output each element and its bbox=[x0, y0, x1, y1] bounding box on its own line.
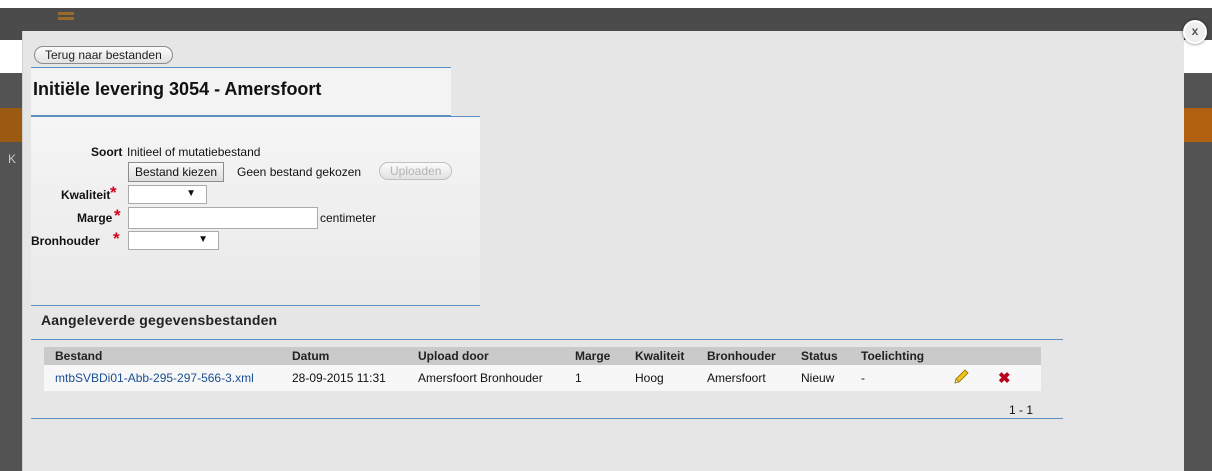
column-header[interactable]: Datum bbox=[281, 347, 407, 365]
background-band-left bbox=[0, 108, 22, 142]
cell-marge: 1 bbox=[564, 365, 624, 391]
bronhouder-select[interactable]: ▼ bbox=[128, 231, 219, 250]
delete-x-icon[interactable]: ✖ bbox=[998, 370, 1011, 387]
column-header-actions bbox=[987, 347, 1041, 365]
files-section-title: Aangeleverde gegevensbestanden bbox=[41, 312, 278, 328]
cell-status: Nieuw bbox=[790, 365, 850, 391]
files-table-panel: Bestand Datum Upload door Marge Kwalitei… bbox=[31, 339, 1063, 419]
marge-label: Marge bbox=[77, 211, 113, 225]
cell-kwaliteit: Hoog bbox=[624, 365, 696, 391]
cell-delete: ✖ bbox=[987, 365, 1041, 391]
soort-value: Initieel of mutatiebestand bbox=[127, 145, 261, 159]
column-header[interactable]: Toelichting bbox=[850, 347, 941, 365]
cell-toelichting: - bbox=[850, 365, 941, 391]
column-header[interactable]: Status bbox=[790, 347, 850, 365]
cell-upload-door: Amersfoort Bronhouder bbox=[407, 365, 564, 391]
modal-dialog: Terug naar bestanden Initiële levering 3… bbox=[22, 31, 1184, 471]
chevron-down-icon: ▼ bbox=[198, 234, 208, 245]
kwaliteit-label: Kwaliteit bbox=[61, 188, 111, 202]
table-header-row: Bestand Datum Upload door Marge Kwalitei… bbox=[44, 347, 1041, 365]
title-panel: Initiële levering 3054 - Amersfoort bbox=[31, 67, 451, 116]
kwaliteit-select[interactable]: ▼ bbox=[128, 185, 207, 204]
no-file-text: Geen bestand gekozen bbox=[237, 165, 362, 179]
column-header-actions bbox=[941, 347, 987, 365]
column-header[interactable]: Bestand bbox=[44, 347, 281, 365]
cell-datum: 28-09-2015 11:31 bbox=[281, 365, 407, 391]
column-header[interactable]: Marge bbox=[564, 347, 624, 365]
background-band-right bbox=[1184, 108, 1212, 142]
column-header[interactable]: Bronhouder bbox=[696, 347, 790, 365]
table-row: mtbSVBDi01-Abb-295-297-566-3.xml 28-09-2… bbox=[44, 365, 1041, 391]
required-marker: * bbox=[113, 229, 120, 248]
files-table: Bestand Datum Upload door Marge Kwalitei… bbox=[44, 347, 1041, 391]
background-letter: K bbox=[8, 152, 17, 166]
soort-label: Soort bbox=[91, 145, 123, 159]
column-header[interactable]: Kwaliteit bbox=[624, 347, 696, 365]
background-logo-icon bbox=[58, 12, 74, 22]
pencil-icon[interactable] bbox=[952, 368, 970, 385]
marge-unit: centimeter bbox=[320, 211, 377, 225]
required-marker: * bbox=[114, 206, 121, 225]
marge-input[interactable] bbox=[128, 207, 318, 229]
back-to-files-button[interactable]: Terug naar bestanden bbox=[34, 46, 173, 64]
bronhouder-label: Bronhouder bbox=[31, 234, 100, 248]
upload-form: Soort Initieel of mutatiebestand Bestand… bbox=[31, 116, 480, 306]
page-title: Initiële levering 3054 - Amersfoort bbox=[33, 79, 322, 99]
cell-edit bbox=[941, 365, 987, 391]
choose-file-button[interactable]: Bestand kiezen bbox=[128, 162, 225, 182]
pager: 1 - 1 bbox=[1008, 403, 1033, 417]
column-header[interactable]: Upload door bbox=[407, 347, 564, 365]
upload-button[interactable]: Uploaden bbox=[379, 162, 453, 180]
required-marker: * bbox=[110, 183, 117, 202]
chevron-down-icon: ▼ bbox=[186, 188, 196, 199]
close-icon[interactable]: x bbox=[1183, 20, 1207, 44]
cell-bronhouder: Amersfoort bbox=[696, 365, 790, 391]
cell-bestand: mtbSVBDi01-Abb-295-297-566-3.xml bbox=[44, 365, 281, 391]
file-link[interactable]: mtbSVBDi01-Abb-295-297-566-3.xml bbox=[55, 371, 254, 385]
